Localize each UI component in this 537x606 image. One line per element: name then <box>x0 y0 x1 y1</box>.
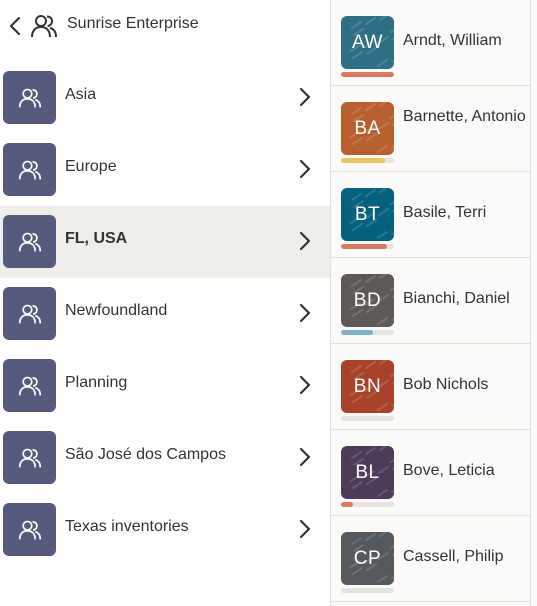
avatar-initials: BA <box>354 117 381 139</box>
avatar-initials: BN <box>353 375 382 397</box>
group-item[interactable]: São José dos Campos <box>0 422 330 494</box>
progress-bar <box>341 330 394 335</box>
chevron-right-icon[interactable] <box>298 86 312 108</box>
group-item-label: Planning <box>65 374 128 391</box>
avatar: BA <box>341 102 394 155</box>
avatar: BT <box>341 188 394 241</box>
chevron-right-icon[interactable] <box>298 374 312 396</box>
group-item-label: São José dos Campos <box>65 446 226 463</box>
progress-bar <box>341 588 394 593</box>
progress-fill <box>341 330 373 335</box>
group-item-label: Texas inventories <box>65 518 189 535</box>
group-item[interactable]: Planning <box>0 350 330 422</box>
avatar: CP <box>341 532 394 585</box>
group-item-label: FL, USA <box>65 230 128 247</box>
group-avatar <box>3 359 56 412</box>
scroll-edge <box>530 0 537 606</box>
person-item[interactable]: AW Arndt, William <box>331 0 531 86</box>
group-item[interactable]: FL, USA <box>0 206 330 278</box>
avatar-initials: CP <box>353 547 382 569</box>
group-avatar <box>3 71 56 124</box>
progress-bar <box>341 416 394 421</box>
progress-fill <box>341 244 388 249</box>
people-icon <box>18 160 41 179</box>
person-item[interactable]: BA Barnette, Antonio <box>331 86 531 172</box>
chevron-right-icon[interactable] <box>298 158 312 180</box>
person-item[interactable]: BL Bove, Leticia <box>331 430 531 516</box>
person-name: Bianchi, Daniel <box>403 290 510 307</box>
progress-bar <box>341 244 394 249</box>
chevron-right-icon[interactable] <box>298 230 312 252</box>
group-header: Sunrise Enterprise <box>0 0 330 52</box>
people-icon <box>18 376 41 395</box>
people-icon <box>18 304 41 323</box>
avatar-initials: BT <box>354 203 381 225</box>
group-list-panel: Sunrise Enterprise Asia Europe FL, USA Newf… <box>0 0 330 606</box>
person-item[interactable]: CP Cassell, Philip <box>331 516 531 602</box>
avatar: BN <box>341 360 394 413</box>
progress-bar <box>341 502 394 507</box>
people-icon <box>31 15 57 38</box>
chevron-right-icon[interactable] <box>298 518 312 540</box>
people-icon <box>18 520 41 539</box>
person-item[interactable]: BD Bianchi, Daniel <box>331 258 531 344</box>
group-item-label: Newfoundland <box>65 302 168 319</box>
person-name: Barnette, Antonio <box>403 108 526 125</box>
progress-fill <box>341 72 394 77</box>
person-name: Bob Nichols <box>403 376 489 393</box>
person-item[interactable]: BT Basile, Terri <box>331 172 531 258</box>
group-avatar <box>3 503 56 556</box>
chevron-left-icon[interactable] <box>8 15 22 37</box>
people-icon <box>18 88 41 107</box>
group-avatar <box>3 143 56 196</box>
avatar-initials: BD <box>353 289 382 311</box>
people-icon <box>18 232 41 251</box>
group-item[interactable]: Asia <box>0 62 330 134</box>
group-item[interactable]: Texas inventories <box>0 494 330 566</box>
people-icon <box>18 448 41 467</box>
avatar: BL <box>341 446 394 499</box>
person-name: Arndt, William <box>403 32 502 49</box>
avatar-initials: BL <box>355 461 380 483</box>
progress-bar <box>341 158 394 163</box>
people-list-panel: AW Arndt, William BA Barnette, Antonio BT Bas… <box>330 0 537 606</box>
group-item-label: Asia <box>65 86 97 103</box>
avatar: BD <box>341 274 394 327</box>
person-name: Cassell, Philip <box>403 548 504 565</box>
chevron-right-icon[interactable] <box>298 302 312 324</box>
progress-bar <box>341 72 394 77</box>
person-name: Basile, Terri <box>403 204 487 221</box>
avatar-initials: AW <box>352 31 383 53</box>
person-item[interactable]: BN Bob Nichols <box>331 344 531 430</box>
group-avatar <box>3 431 56 484</box>
page-title: Sunrise Enterprise <box>67 15 199 32</box>
group-item-label: Europe <box>65 158 117 175</box>
person-name: Bove, Leticia <box>403 462 495 479</box>
chevron-right-icon[interactable] <box>298 446 312 468</box>
group-avatar <box>3 287 56 340</box>
avatar: AW <box>341 16 394 69</box>
progress-fill <box>341 502 354 507</box>
progress-fill <box>341 158 385 163</box>
group-item[interactable]: Europe <box>0 134 330 206</box>
group-avatar <box>3 215 56 268</box>
group-item[interactable]: Newfoundland <box>0 278 330 350</box>
